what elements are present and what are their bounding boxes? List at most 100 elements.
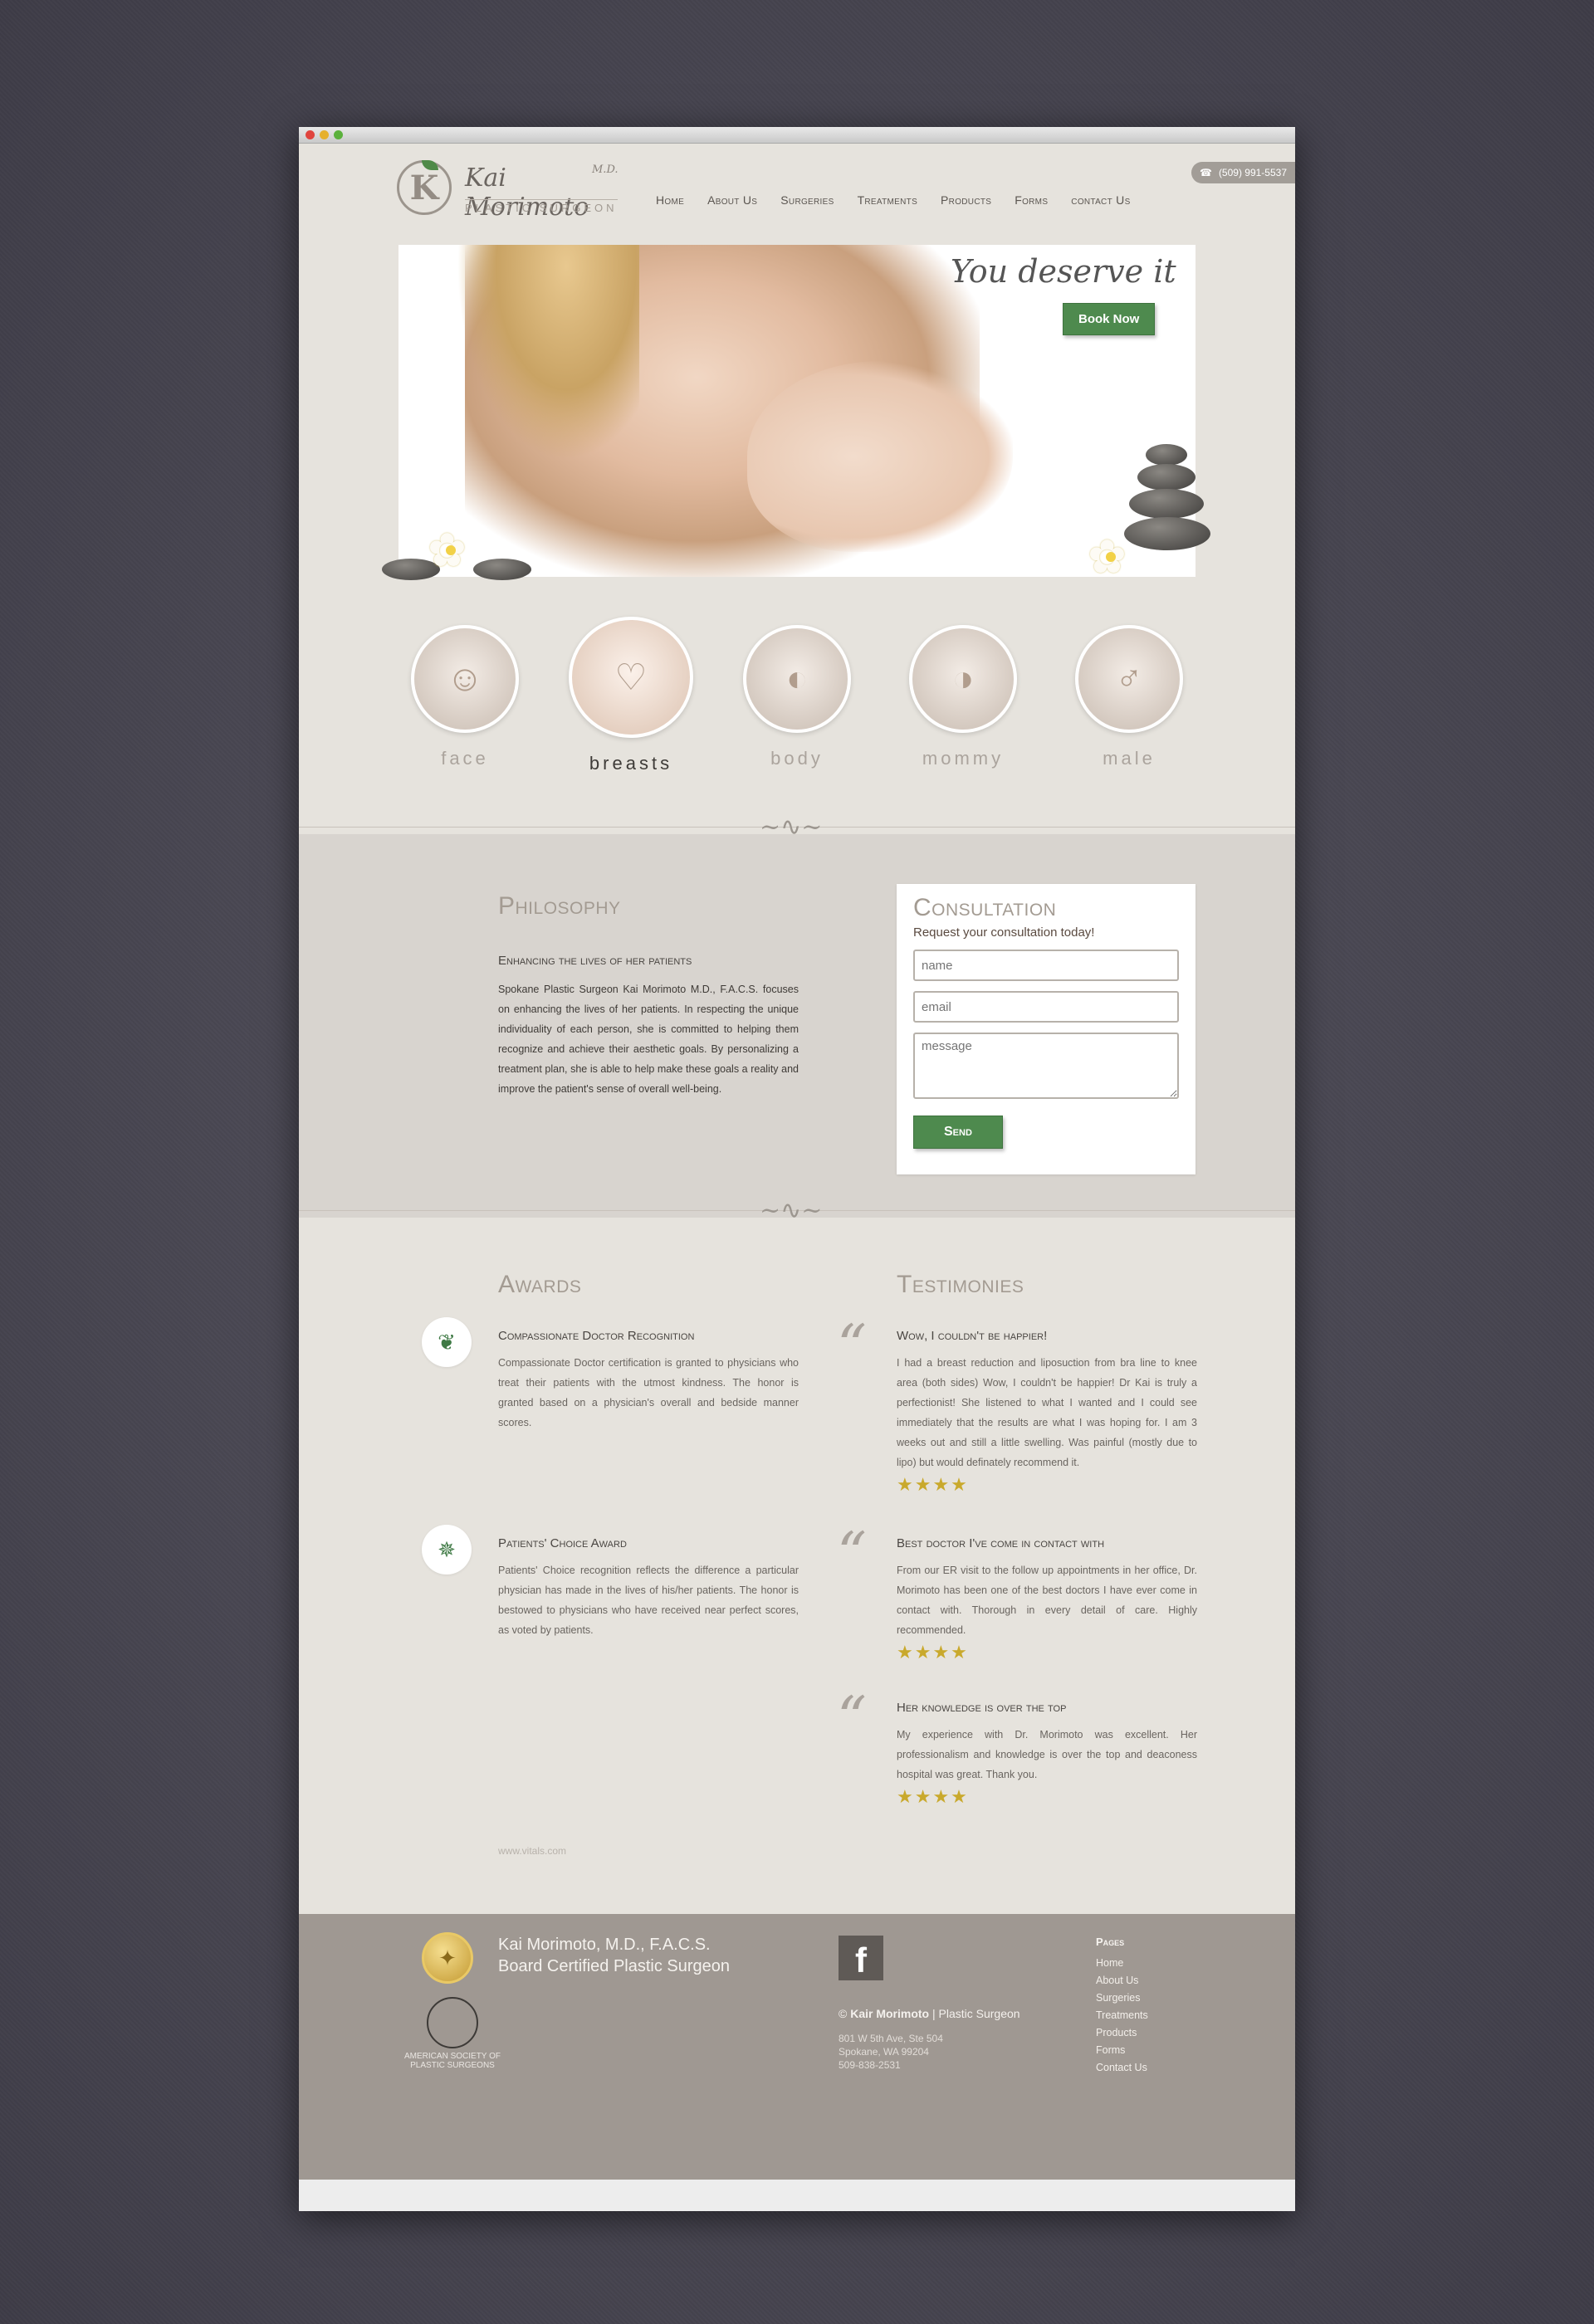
window-titlebar xyxy=(299,127,1295,144)
footer-doctor-name: Kai Morimoto, M.D., F.A.C.S. Board Certi… xyxy=(498,1934,730,1977)
logo-mark-letter: K xyxy=(409,168,439,208)
category-label: mommy xyxy=(922,748,1005,769)
testimony-title: Wow, I couldn't be happier! xyxy=(897,1329,1048,1343)
book-now-button[interactable]: Book Now xyxy=(1063,303,1156,335)
asps-text: AMERICAN SOCIETY OF PLASTIC SURGEONS xyxy=(404,2052,501,2070)
testimony-item: “ Wow, I couldn't be happier! I had a br… xyxy=(837,1312,1197,1496)
award-text: Patients' Choice recognition reflects th… xyxy=(498,1565,799,1636)
close-window-button[interactable] xyxy=(306,130,315,139)
footer-bottom-bar xyxy=(299,2180,1295,2211)
category-mommy[interactable]: ◑ mommy xyxy=(897,625,1029,774)
consultation-title: Consultation xyxy=(913,894,1057,921)
testimony-text: I had a breast reduction and liposuction… xyxy=(897,1357,1197,1468)
compassionate-doctor-badge-icon: ❦ xyxy=(422,1317,472,1367)
phone-tab[interactable]: ☎ (509) 991-5537 xyxy=(1191,162,1295,183)
swirl-ornament-icon: ~∿~ xyxy=(760,1196,823,1225)
nav-about-us[interactable]: About Us xyxy=(707,193,757,207)
award-item: ❦ Compassionate Doctor Recognition Compa… xyxy=(422,1317,799,1433)
phone-number: (509) 991-5537 xyxy=(1218,167,1287,178)
plumeria-flower-icon xyxy=(428,527,474,574)
footer-name-line1: Kai Morimoto, M.D., F.A.C.S. xyxy=(498,1936,711,1954)
rating-stars-icon: ★★★★ xyxy=(897,1642,969,1662)
male-icon: ♂ xyxy=(1075,625,1183,733)
footer-pages: Pages Home About Us Surgeries Treatments… xyxy=(1096,1936,1148,2077)
rating-stars-icon: ★★★★ xyxy=(897,1474,969,1495)
face-icon: ☺ xyxy=(411,625,519,733)
testimonies-section: Testimonies “ Wow, I couldn't be happier… xyxy=(837,1271,1197,1807)
breasts-icon: ♡ xyxy=(569,617,693,738)
hero-hair-image xyxy=(457,245,639,461)
philosophy-text: Spokane Plastic Surgeon Kai Morimoto M.D… xyxy=(498,984,799,1095)
quote-icon: “ xyxy=(837,1684,867,1752)
category-face[interactable]: ☺ face xyxy=(398,625,531,774)
nav-surgeries[interactable]: Surgeries xyxy=(780,193,834,207)
send-button[interactable]: Send xyxy=(913,1116,1003,1149)
phone-icon: ☎ xyxy=(1199,167,1212,178)
nav-products[interactable]: Products xyxy=(941,193,991,207)
nav-treatments[interactable]: Treatments xyxy=(858,193,917,207)
asps-logo: AMERICAN SOCIETY OF PLASTIC SURGEONS xyxy=(398,1997,506,2070)
consultation-form: Consultation Request your consultation t… xyxy=(897,884,1196,1174)
testimony-title: Best doctor I've come in contact with xyxy=(897,1536,1105,1550)
name-field[interactable] xyxy=(913,950,1179,981)
philosophy-title: Philosophy xyxy=(498,892,621,920)
category-label: breasts xyxy=(589,753,673,774)
nav-contact-us[interactable]: contact Us xyxy=(1071,193,1130,207)
category-body[interactable]: ◐ body xyxy=(731,625,863,774)
main-nav: Home About Us Surgeries Treatments Produ… xyxy=(656,193,1154,207)
award-medal-icon: ✦ xyxy=(422,1932,473,1984)
address-line: Spokane, WA 99204 xyxy=(839,2046,929,2058)
awards-section: Awards ❦ Compassionate Doctor Recognitio… xyxy=(422,1271,799,1857)
footer-link-contact-us[interactable]: Contact Us xyxy=(1096,2059,1148,2077)
footer-link-surgeries[interactable]: Surgeries xyxy=(1096,1990,1148,2007)
asps-ring-icon xyxy=(427,1997,478,2048)
nav-home[interactable]: Home xyxy=(656,193,684,207)
logo-mark-icon: K xyxy=(397,160,452,215)
footer-name-line2: Board Certified Plastic Surgeon xyxy=(498,1957,731,1975)
quote-icon: “ xyxy=(837,1312,867,1380)
section-divider: ~∿~ xyxy=(299,1196,1295,1225)
footer-link-home[interactable]: Home xyxy=(1096,1955,1148,1972)
testimony-text: From our ER visit to the follow up appoi… xyxy=(897,1565,1197,1636)
minimize-window-button[interactable] xyxy=(320,130,329,139)
footer-link-about-us[interactable]: About Us xyxy=(1096,1972,1148,1990)
site-header: K Kai Morimoto M.D. PLASTIC SURGEON Home… xyxy=(299,144,1295,243)
nav-forms[interactable]: Forms xyxy=(1015,193,1048,207)
hero-hand-image xyxy=(747,361,1013,552)
vitals-link[interactable]: www.vitals.com xyxy=(498,1845,566,1857)
award-title: Patients' Choice Award xyxy=(498,1536,627,1550)
footer-copyright: © Kair Morimoto | Plastic Surgeon xyxy=(839,2007,1020,2020)
footer-link-treatments[interactable]: Treatments xyxy=(1096,2007,1148,2024)
awards-title: Awards xyxy=(498,1271,582,1298)
award-item: ✵ Patients' Choice Award Patients' Choic… xyxy=(422,1525,799,1640)
footer-pages-list: Home About Us Surgeries Treatments Produ… xyxy=(1096,1955,1148,2077)
message-field[interactable] xyxy=(913,1033,1179,1099)
category-male[interactable]: ♂ male xyxy=(1063,625,1196,774)
footer-link-products[interactable]: Products xyxy=(1096,2024,1148,2042)
logo-subtitle: PLASTIC SURGEON xyxy=(465,199,618,214)
email-field[interactable] xyxy=(913,991,1179,1023)
philosophy-subtitle: Enhancing the lives of her patients xyxy=(498,954,692,968)
testimonies-title: Testimonies xyxy=(897,1271,1024,1298)
spa-stones-right xyxy=(1088,444,1229,593)
phone-line: 509-838-2531 xyxy=(839,2059,901,2071)
testimony-text: My experience with Dr. Morimoto was exce… xyxy=(897,1729,1197,1780)
spa-stones-left xyxy=(382,527,540,585)
mommy-icon: ◑ xyxy=(909,625,1017,733)
hero-tagline: You deserve it xyxy=(951,253,1176,290)
footer-link-forms[interactable]: Forms xyxy=(1096,2042,1148,2059)
hero-banner: You deserve it Book Now xyxy=(382,245,1210,580)
facebook-icon[interactable]: f xyxy=(839,1936,883,1980)
patients-choice-badge-icon: ✵ xyxy=(422,1525,472,1575)
maximize-window-button[interactable] xyxy=(334,130,343,139)
copyright-symbol: © xyxy=(839,2007,848,2020)
award-text: Compassionate Doctor certification is gr… xyxy=(498,1357,799,1428)
testimony-title: Her knowledge is over the top xyxy=(897,1701,1067,1715)
copyright-rest: | Plastic Surgeon xyxy=(932,2007,1020,2020)
site-logo[interactable]: K Kai Morimoto M.D. PLASTIC SURGEON xyxy=(397,160,621,222)
logo-credential: M.D. xyxy=(592,164,619,176)
procedure-categories: ☺ face ♡ breasts ◐ body ◑ mommy ♂ male xyxy=(398,617,1196,774)
testimony-item: “ Best doctor I've come in contact with … xyxy=(837,1520,1197,1663)
category-breasts[interactable]: ♡ breasts xyxy=(565,617,697,774)
philosophy-section: Philosophy Enhancing the lives of her pa… xyxy=(498,892,799,1099)
